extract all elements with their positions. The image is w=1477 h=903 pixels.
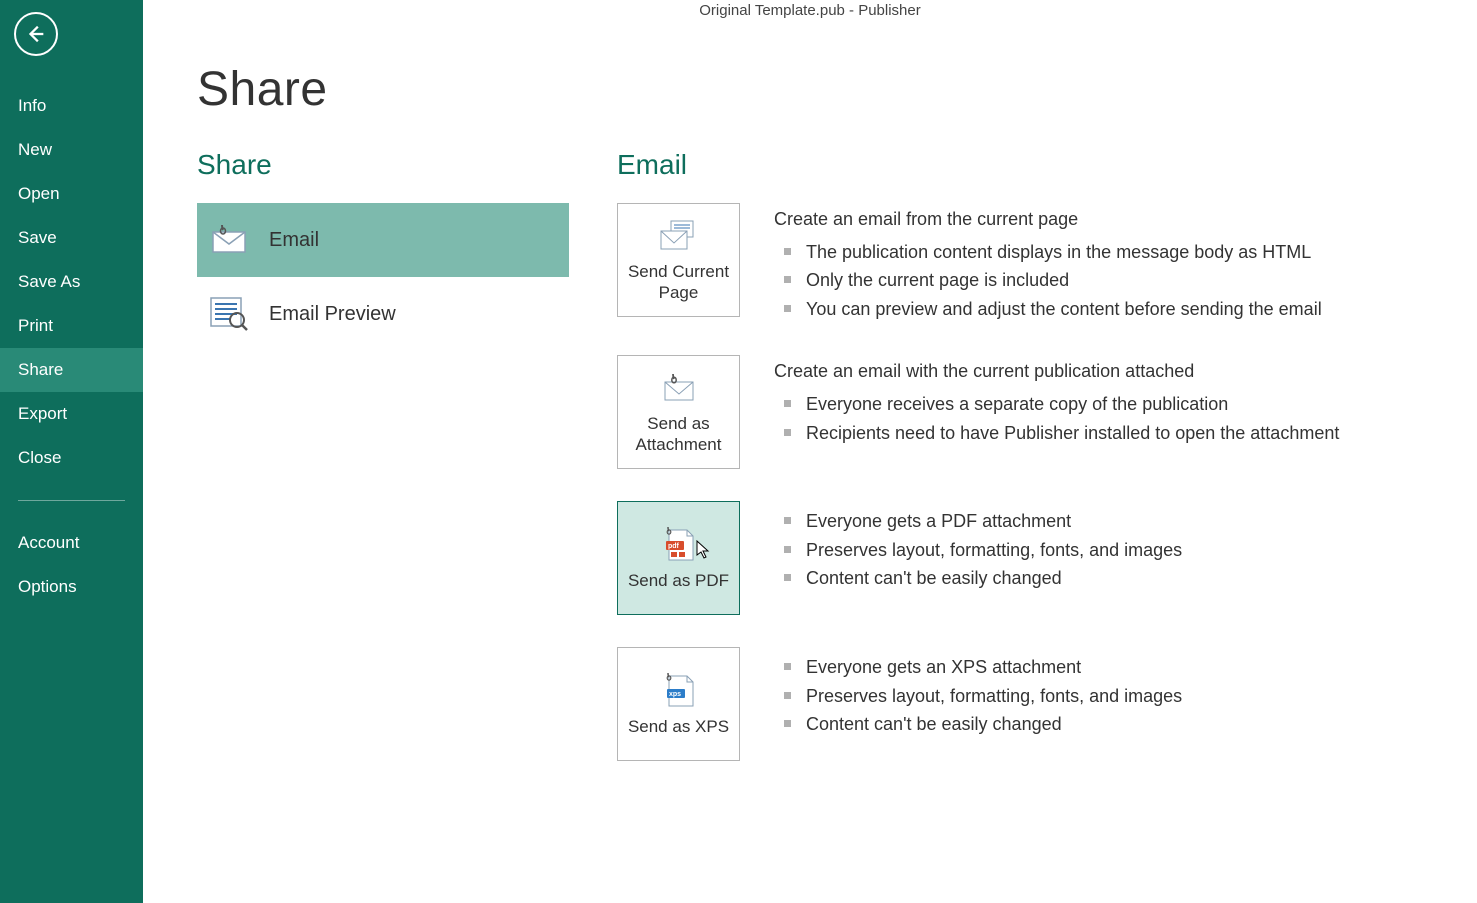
bullet-item: Only the current page is included: [784, 266, 1477, 294]
button-label: Send as Attachment: [624, 413, 733, 456]
send-as-attachment-button[interactable]: Send as Attachment: [617, 355, 740, 469]
email-section-title: Email: [617, 149, 1477, 181]
share-option-email[interactable]: Email: [197, 203, 569, 277]
content-area: Original Template.pub - Publisher Share …: [143, 0, 1477, 903]
send-as-attachment-icon: [659, 369, 699, 407]
sidebar-item-close[interactable]: Close: [0, 436, 143, 480]
back-arrow-icon: [25, 23, 47, 45]
share-option-email-preview[interactable]: Email Preview: [197, 277, 569, 351]
email-icon: [207, 221, 251, 259]
share-section-title: Share: [197, 149, 617, 181]
email-block-send-pdf: pdf Send as PDF Everyone gets: [617, 501, 1477, 615]
bullet-item: Preserves layout, formatting, fonts, and…: [784, 536, 1477, 564]
sidebar-item-print[interactable]: Print: [0, 304, 143, 348]
send-as-pdf-icon: pdf: [659, 526, 699, 564]
bullet-item: The publication content displays in the …: [784, 238, 1477, 266]
email-block-send-attachment: Send as Attachment Create an email with …: [617, 355, 1477, 469]
sidebar-item-info[interactable]: Info: [0, 84, 143, 128]
send-as-xps-button[interactable]: xps Send as XPS: [617, 647, 740, 761]
bullet-list: The publication content displays in the …: [774, 238, 1477, 323]
email-block-send-xps: xps Send as XPS Everyone gets an XPS att…: [617, 647, 1477, 761]
share-option-label: Email Preview: [269, 303, 396, 326]
back-button[interactable]: [14, 12, 58, 56]
sidebar-item-options[interactable]: Options: [0, 565, 143, 609]
sidebar-item-saveas[interactable]: Save As: [0, 260, 143, 304]
bullet-list: Everyone gets an XPS attachment Preserve…: [774, 653, 1477, 738]
block-heading: Create an email from the current page: [774, 209, 1477, 230]
button-label: Send Current Page: [624, 261, 733, 304]
sidebar-item-new[interactable]: New: [0, 128, 143, 172]
svg-text:pdf: pdf: [668, 543, 680, 550]
bullet-item: Content can't be easily changed: [784, 710, 1477, 738]
send-as-xps-icon: xps: [659, 672, 699, 710]
button-label: Send as XPS: [628, 716, 729, 737]
sidebar-item-save[interactable]: Save: [0, 216, 143, 260]
bullet-item: Content can't be easily changed: [784, 564, 1477, 592]
share-option-label: Email: [269, 229, 319, 252]
send-current-page-button[interactable]: Send Current Page: [617, 203, 740, 317]
bullet-item: Everyone gets a PDF attachment: [784, 507, 1477, 535]
send-as-pdf-button[interactable]: pdf Send as PDF: [617, 501, 740, 615]
page-title: Share: [197, 62, 1477, 117]
bullet-item: Everyone receives a separate copy of the…: [784, 390, 1477, 418]
sidebar-item-share[interactable]: Share: [0, 348, 143, 392]
sidebar-item-open[interactable]: Open: [0, 172, 143, 216]
send-current-page-icon: [657, 217, 701, 255]
bullet-item: Everyone gets an XPS attachment: [784, 653, 1477, 681]
sidebar-divider: [18, 500, 125, 501]
bullet-list: Everyone receives a separate copy of the…: [774, 390, 1477, 447]
bullet-item: Recipients need to have Publisher instal…: [784, 419, 1477, 447]
block-heading: Create an email with the current publica…: [774, 361, 1477, 382]
bullet-item: You can preview and adjust the content b…: [784, 295, 1477, 323]
email-block-send-current-page: Send Current Page Create an email from t…: [617, 203, 1477, 323]
button-label: Send as PDF: [628, 570, 729, 591]
bullet-list: Everyone gets a PDF attachment Preserves…: [774, 507, 1477, 592]
sidebar-item-account[interactable]: Account: [0, 521, 143, 565]
email-column: Email Send Current Page: [617, 149, 1477, 793]
bullet-item: Preserves layout, formatting, fonts, and…: [784, 682, 1477, 710]
sidebar-item-export[interactable]: Export: [0, 392, 143, 436]
svg-text:xps: xps: [669, 691, 681, 698]
window-title: Original Template.pub - Publisher: [143, 0, 1477, 19]
email-preview-icon: [207, 295, 251, 333]
backstage-sidebar: Info New Open Save Save As Print Share E…: [0, 0, 143, 903]
share-column: Share Email: [197, 149, 617, 793]
